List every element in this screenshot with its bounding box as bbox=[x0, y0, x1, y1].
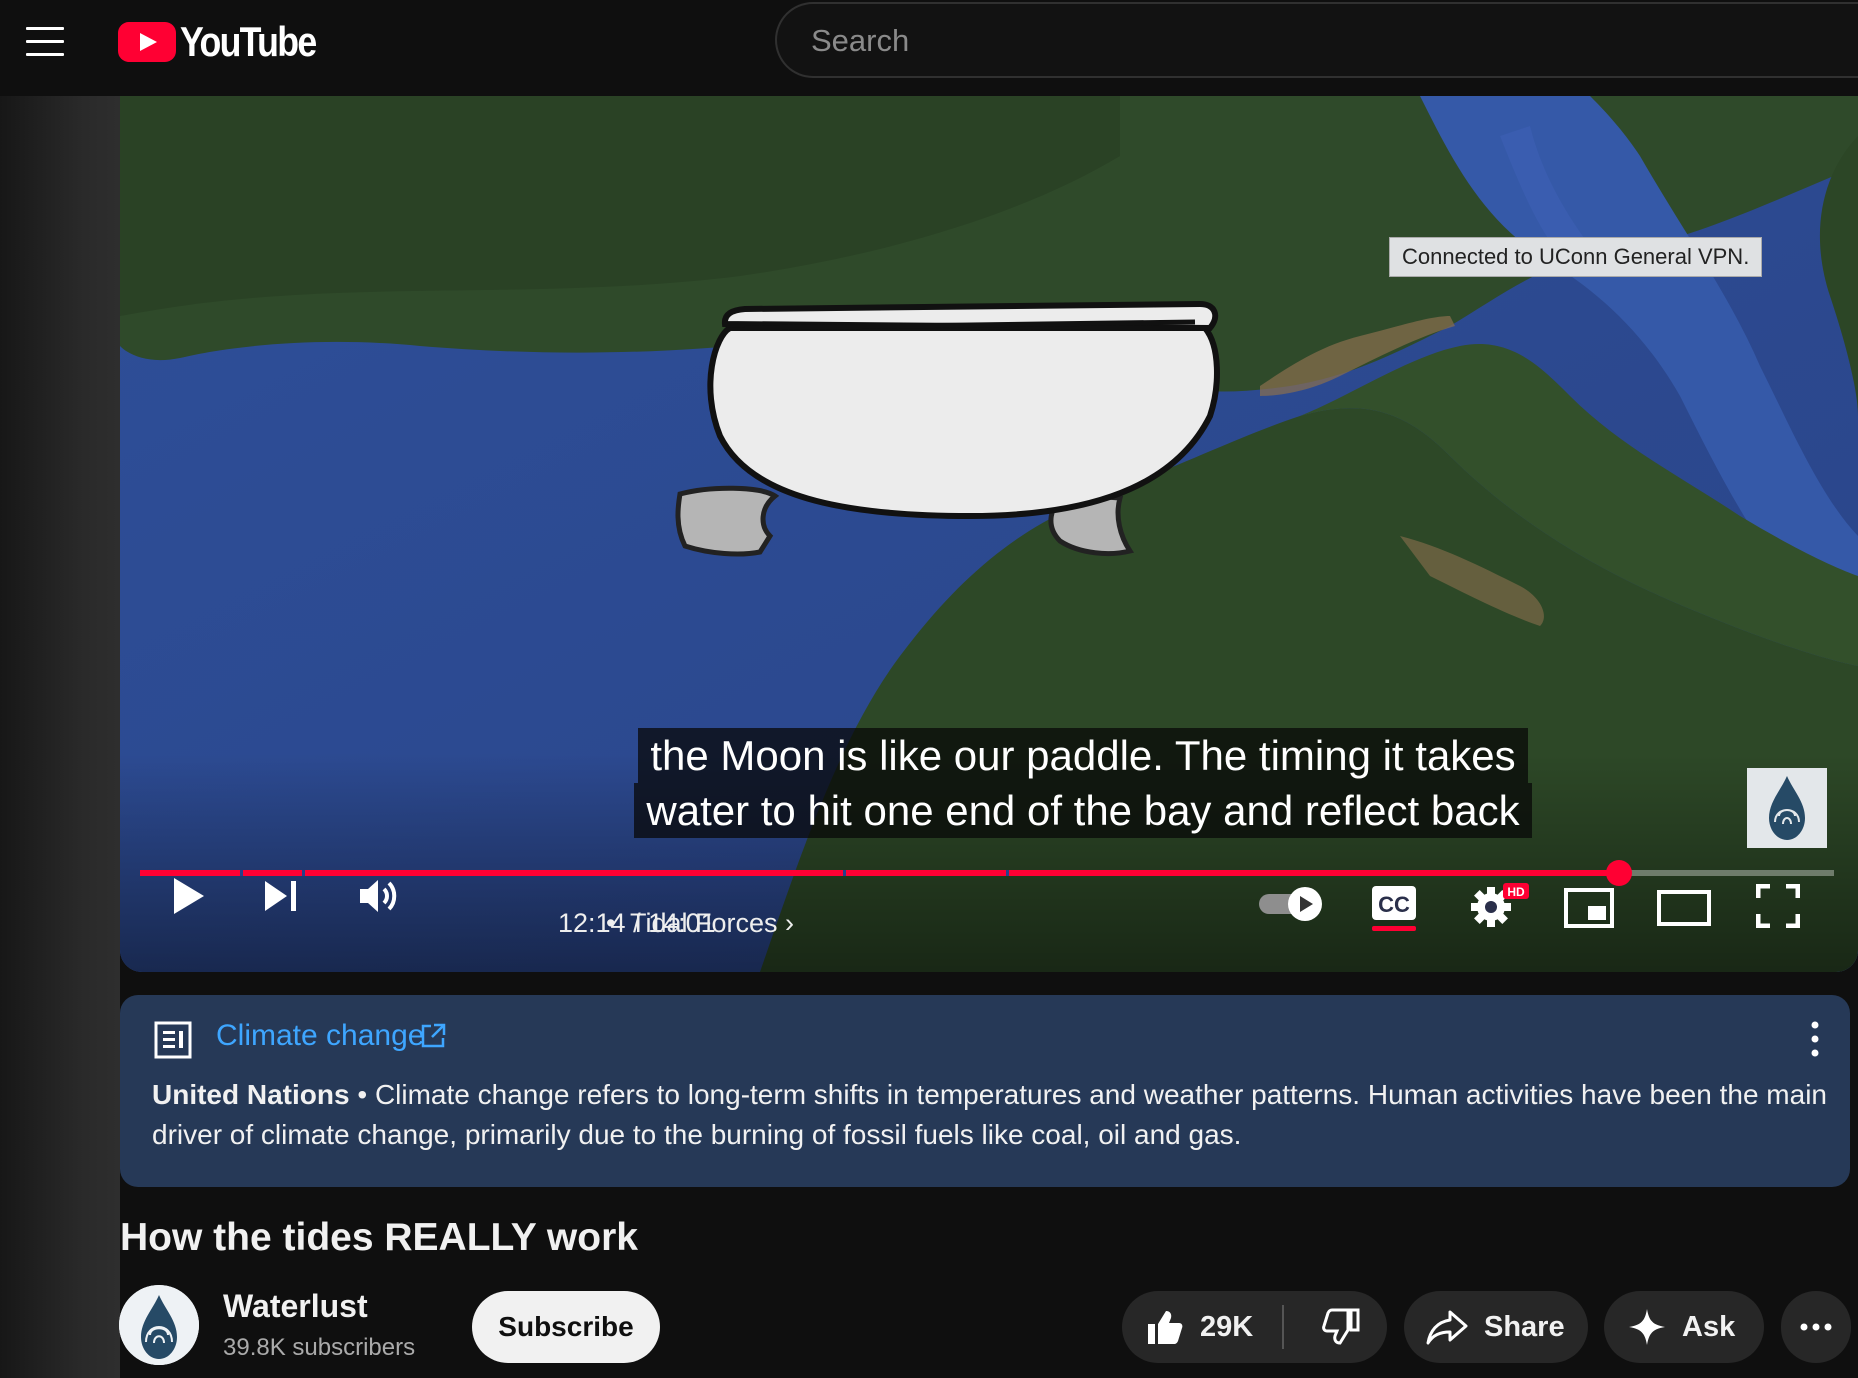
miniplayer-icon[interactable] bbox=[1564, 888, 1614, 928]
progress-scrubber[interactable] bbox=[1605, 860, 1632, 886]
share-icon bbox=[1426, 1310, 1468, 1345]
top-bar: YouTube bbox=[0, 0, 1858, 96]
info-source: United Nations bbox=[152, 1079, 350, 1110]
youtube-logo[interactable]: YouTube bbox=[118, 18, 339, 65]
chevron-right-icon: › bbox=[785, 908, 795, 938]
side-shade bbox=[0, 96, 120, 1378]
chapter-link[interactable]: • Tidal Forces › bbox=[606, 908, 794, 939]
like-dislike-group: 29K bbox=[1122, 1291, 1387, 1363]
sparkle-icon bbox=[1629, 1309, 1665, 1345]
video-title: How the tides REALLY work bbox=[120, 1216, 638, 1259]
external-link-icon[interactable] bbox=[420, 1023, 446, 1049]
settings-hd-badge: HD bbox=[1507, 885, 1525, 899]
menu-icon[interactable] bbox=[26, 27, 64, 57]
svg-text:CC: CC bbox=[1378, 892, 1410, 917]
chapter-title: Tidal Forces bbox=[629, 908, 778, 938]
info-panel: Climate change United Nations • Climate … bbox=[120, 995, 1850, 1187]
thumbs-down-icon bbox=[1322, 1308, 1360, 1345]
more-actions-button[interactable] bbox=[1781, 1291, 1851, 1363]
thumbs-up-icon bbox=[1148, 1311, 1183, 1344]
like-button[interactable]: 29K bbox=[1122, 1291, 1253, 1363]
subscriber-count: 39.8K subscribers bbox=[223, 1334, 416, 1361]
chapter-marker bbox=[1005, 870, 1009, 876]
search-input[interactable] bbox=[809, 18, 1713, 64]
channel-name[interactable]: Waterlust bbox=[223, 1288, 368, 1325]
video-frame-satellite-map bbox=[120, 96, 1858, 972]
theater-icon[interactable] bbox=[1657, 890, 1711, 926]
channel-avatar[interactable] bbox=[119, 1285, 199, 1365]
share-label: Share bbox=[1484, 1310, 1565, 1343]
like-divider bbox=[1282, 1305, 1284, 1349]
subscribe-button[interactable]: Subscribe bbox=[472, 1291, 660, 1363]
dislike-button[interactable] bbox=[1302, 1291, 1382, 1363]
autoplay-toggle-icon[interactable] bbox=[1257, 886, 1327, 922]
next-icon[interactable] bbox=[263, 879, 299, 913]
ask-button[interactable]: Ask bbox=[1604, 1291, 1764, 1363]
info-topic-link[interactable]: Climate change bbox=[216, 1019, 424, 1053]
cc-icon[interactable]: CC bbox=[1370, 884, 1418, 932]
share-button[interactable]: Share bbox=[1404, 1291, 1588, 1363]
progress-played bbox=[140, 870, 1619, 876]
subtitle-caption: the Moon is like our paddle. The timing … bbox=[515, 728, 1651, 838]
more-horizontal-icon bbox=[1800, 1323, 1832, 1331]
youtube-logo-icon bbox=[118, 22, 176, 62]
volume-icon[interactable] bbox=[358, 877, 400, 915]
play-icon[interactable] bbox=[172, 876, 206, 916]
vpn-notice: Connected to UConn General VPN. bbox=[1389, 237, 1763, 277]
caption-line-1: the Moon is like our paddle. The timing … bbox=[638, 728, 1528, 783]
more-vertical-icon[interactable] bbox=[1800, 1017, 1830, 1061]
chapter-marker bbox=[302, 870, 306, 876]
video-player[interactable]: Connected to UConn General VPN. the Moon… bbox=[120, 96, 1858, 972]
info-body: Climate change refers to long-term shift… bbox=[152, 1079, 1827, 1150]
fullscreen-icon[interactable] bbox=[1756, 884, 1800, 928]
logo-text: YouTube bbox=[180, 18, 317, 65]
article-icon bbox=[154, 1021, 192, 1059]
like-count: 29K bbox=[1200, 1310, 1254, 1343]
ask-label: Ask bbox=[1682, 1310, 1736, 1343]
channel-watermark-icon[interactable] bbox=[1747, 768, 1827, 848]
info-description: United Nations • Climate change refers t… bbox=[152, 1079, 1827, 1150]
search-box[interactable] bbox=[775, 2, 1858, 78]
chapter-marker bbox=[842, 870, 846, 876]
chapter-marker bbox=[240, 870, 244, 876]
caption-line-2: water to hit one end of the bay and refl… bbox=[634, 783, 1532, 838]
settings-icon[interactable]: HD bbox=[1469, 881, 1529, 929]
